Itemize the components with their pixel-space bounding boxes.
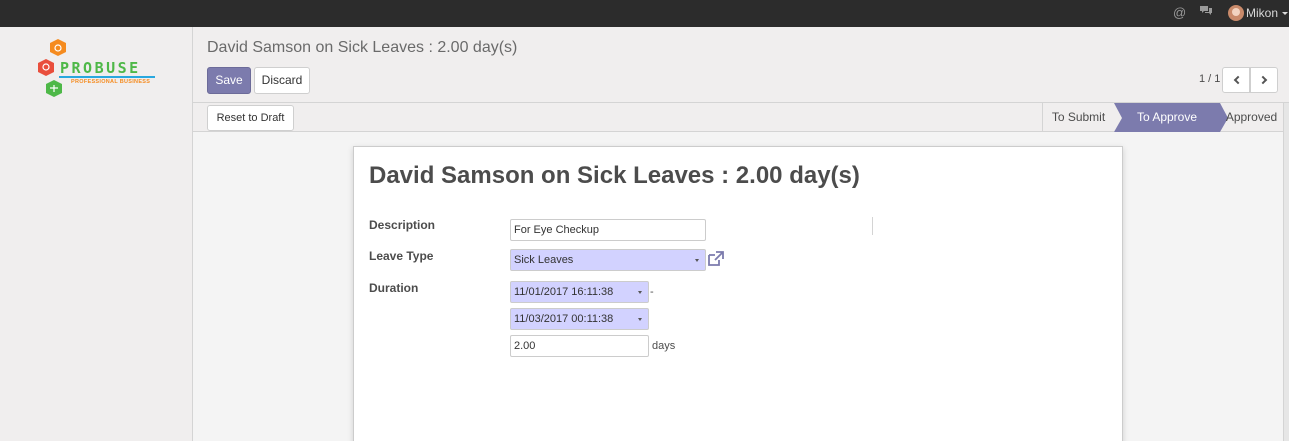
status-step-approved: Approved — [1225, 110, 1278, 124]
breadcrumb: David Samson on Sick Leaves : 2.00 day(s… — [207, 39, 518, 56]
vertical-scrollbar[interactable] — [1283, 103, 1289, 441]
form-view: David Samson on Sick Leaves : 2.00 day(s… — [193, 132, 1283, 441]
leave-type-select[interactable]: Sick Leaves — [510, 249, 706, 271]
pager-next-button[interactable] — [1250, 67, 1278, 93]
form-sheet: David Samson on Sick Leaves : 2.00 day(s… — [353, 146, 1123, 441]
date-range-separator: - — [650, 286, 654, 298]
status-step-to-approve: To Approve — [1114, 103, 1228, 132]
date-to-field[interactable]: 11/03/2017 00:11:38 — [510, 308, 649, 330]
record-title: David Samson on Sick Leaves : 2.00 day(s… — [369, 162, 860, 189]
logo-divider — [59, 76, 155, 78]
form-statusbar: Reset to Draft To Submit To Approve Appr… — [193, 103, 1283, 132]
chevron-right-icon — [1258, 75, 1268, 85]
leave-type-label: Leave Type — [369, 249, 434, 263]
save-button[interactable]: Save — [207, 67, 251, 94]
column-divider — [872, 217, 873, 235]
pager-value[interactable]: 1 / 1 — [1199, 73, 1220, 85]
pager-previous-button[interactable] — [1222, 67, 1250, 93]
leave-type-value: Sick Leaves — [514, 254, 574, 266]
reset-to-draft-button[interactable]: Reset to Draft — [207, 105, 294, 131]
date-from-field[interactable]: 11/01/2017 16:11:38 — [510, 281, 649, 303]
logo-tagline: PROFESSIONAL BUSINESS — [71, 79, 151, 85]
company-logo[interactable]: PROBUSE PROFESSIONAL BUSINESS — [33, 38, 163, 104]
user-avatar[interactable] — [1228, 5, 1244, 21]
datepicker-caret-icon — [638, 318, 642, 321]
dropdown-caret-icon — [695, 259, 699, 262]
duration-label: Duration — [369, 281, 419, 295]
date-to-value: 11/03/2017 00:11:38 — [514, 313, 614, 325]
top-navbar: @ Mikon — [0, 0, 1289, 27]
status-step-to-submit: To Submit — [1042, 103, 1114, 132]
discard-button[interactable]: Discard — [254, 67, 310, 94]
datepicker-caret-icon — [638, 291, 642, 294]
number-of-days-field[interactable] — [510, 335, 649, 357]
at-icon[interactable]: @ — [1173, 5, 1186, 21]
sidebar: PROBUSE PROFESSIONAL BUSINESS — [0, 27, 193, 441]
external-link-icon[interactable] — [707, 251, 725, 267]
chat-bubbles-icon[interactable] — [1199, 5, 1213, 21]
date-from-value: 11/01/2017 16:11:38 — [514, 286, 614, 298]
days-unit-label: days — [652, 340, 676, 352]
description-field[interactable] — [510, 219, 706, 241]
chevron-left-icon — [1233, 75, 1243, 85]
logo-wordmark: PROBUSE — [60, 59, 141, 77]
control-panel: David Samson on Sick Leaves : 2.00 day(s… — [193, 27, 1289, 103]
user-menu-name[interactable]: Mikon — [1246, 6, 1278, 20]
user-menu-caret-icon[interactable] — [1282, 12, 1288, 15]
description-label: Description — [369, 218, 436, 232]
